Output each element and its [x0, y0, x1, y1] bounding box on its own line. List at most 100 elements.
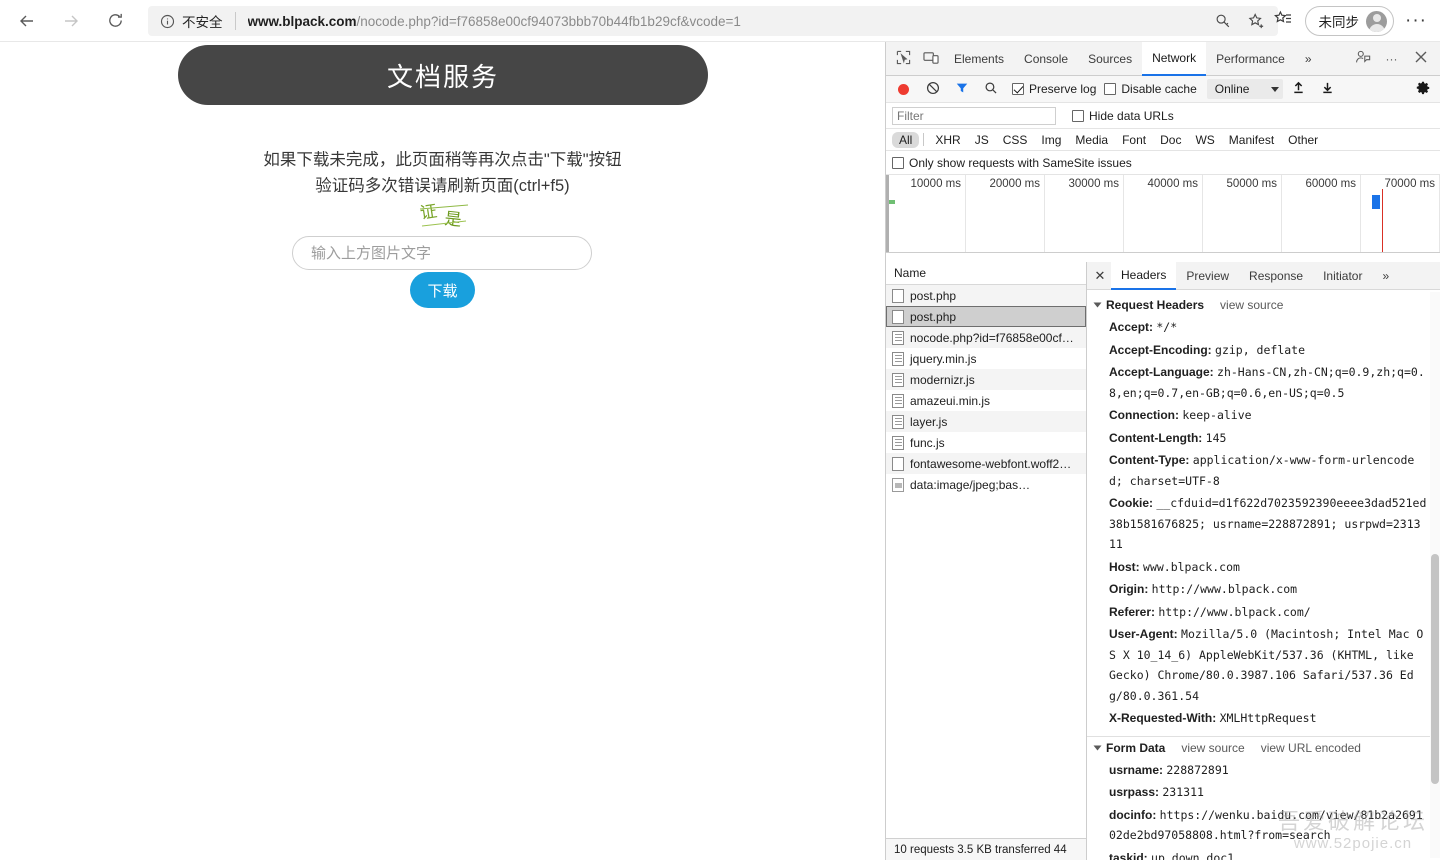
browser-toolbar: 不安全 www.blpack.com/nocode.php?id=f76858e… [0, 0, 1440, 42]
tab-network[interactable]: Network [1142, 42, 1207, 76]
header-name: Accept: [1109, 320, 1154, 334]
request-headers-section-header[interactable]: Request Headers view source [1087, 294, 1440, 316]
inspect-element-button[interactable] [890, 45, 917, 72]
browser-more-button[interactable]: ··· [1400, 5, 1432, 37]
more-tabs-button[interactable]: » [1295, 42, 1322, 76]
export-har-button[interactable] [1314, 76, 1341, 103]
details-close-button[interactable]: ✕ [1089, 262, 1111, 290]
type-filter-doc[interactable]: Doc [1153, 132, 1188, 148]
tab-preview[interactable]: Preview [1176, 262, 1239, 290]
network-throttling-select[interactable]: Online [1206, 79, 1284, 99]
tab-headers[interactable]: Headers [1111, 262, 1177, 290]
tab-elements[interactable]: Elements [944, 42, 1014, 76]
devtools-more-button[interactable]: ··· [1378, 45, 1405, 72]
download-button[interactable]: 下载 [410, 272, 475, 308]
disable-cache-checkbox[interactable]: Disable cache [1104, 82, 1197, 96]
table-row[interactable]: data:image/jpeg;bas… [886, 474, 1086, 495]
view-source-link[interactable]: view source [1220, 298, 1283, 312]
type-filter-all[interactable]: All [892, 131, 920, 148]
details-more-tabs-button[interactable]: » [1372, 262, 1399, 290]
captcha-image[interactable]: 证 是 [418, 200, 470, 232]
table-row[interactable]: modernizr.js [886, 369, 1086, 390]
header-value: */* [1156, 320, 1178, 334]
network-status-bar: 10 requests 3.5 KB transferred 44 [886, 838, 1086, 860]
captcha-input[interactable] [292, 236, 592, 270]
overview-gridline [1123, 175, 1124, 252]
document-icon [892, 393, 904, 408]
header-value: keep-alive [1182, 408, 1252, 422]
devtools-settings-button[interactable] [1409, 76, 1436, 103]
feedback-button[interactable] [1349, 45, 1376, 72]
header-item: Content-Type: application/x-www-form-url… [1087, 449, 1440, 492]
tab-performance[interactable]: Performance [1206, 42, 1295, 76]
funnel-icon [955, 81, 969, 98]
hide-data-urls-checkbox[interactable]: Hide data URLs [1072, 109, 1174, 123]
network-overview-timeline[interactable]: 10000 ms 20000 ms 30000 ms 40000 ms 5000… [886, 175, 1440, 253]
type-filter-font[interactable]: Font [1115, 132, 1153, 148]
type-filter-other[interactable]: Other [1281, 132, 1325, 148]
device-toolbar-button[interactable] [917, 45, 944, 72]
request-list-header[interactable]: Name [886, 262, 1086, 285]
profile-button[interactable]: 未同步 [1304, 6, 1394, 36]
request-name: data:image/jpeg;bas… [910, 477, 1031, 492]
table-row[interactable]: post.php [886, 285, 1086, 306]
preserve-log-checkbox[interactable]: Preserve log [1012, 82, 1096, 96]
reload-button[interactable] [98, 4, 132, 38]
type-filter-img[interactable]: Img [1034, 132, 1068, 148]
favorites-list-button[interactable] [1267, 5, 1299, 37]
scrollbar-thumb[interactable] [1431, 554, 1439, 784]
view-url-encoded-link[interactable]: view URL encoded [1261, 741, 1361, 755]
table-row[interactable]: post.php [886, 306, 1086, 327]
view-source-link[interactable]: view source [1181, 741, 1244, 755]
overview-tick-label: 50000 ms [1226, 178, 1277, 190]
table-row[interactable]: func.js [886, 432, 1086, 453]
sync-status-label: 未同步 [1318, 15, 1360, 30]
clear-button[interactable] [919, 76, 946, 103]
document-icon [892, 372, 904, 387]
table-row[interactable]: nocode.php?id=f76858e00cf… [886, 327, 1086, 348]
address-bar[interactable]: 不安全 www.blpack.com/nocode.php?id=f76858e… [148, 6, 1278, 36]
search-button[interactable] [977, 76, 1004, 103]
type-filter-media[interactable]: Media [1068, 132, 1115, 148]
table-row[interactable]: amazeui.min.js [886, 390, 1086, 411]
header-value: __cfduid=d1f622d7023592390eeee3dad521ed3… [1109, 496, 1427, 551]
hint-text-line-1: 如果下载未完成，此页面稍等再次点击"下载"按钮 [263, 151, 622, 169]
record-button[interactable] [890, 76, 917, 103]
devtools-close-button[interactable] [1407, 45, 1434, 72]
type-filter-css[interactable]: CSS [996, 132, 1035, 148]
tab-console[interactable]: Console [1014, 42, 1078, 76]
type-filter-ws[interactable]: WS [1188, 132, 1221, 148]
key-icon[interactable] [1214, 12, 1233, 31]
type-filter-manifest[interactable]: Manifest [1222, 132, 1281, 148]
svg-text:是: 是 [443, 209, 462, 231]
samesite-checkbox[interactable]: Only show requests with SameSite issues [892, 156, 1132, 170]
chevron-down-icon [1271, 86, 1280, 92]
header-value: XMLHttpRequest [1219, 711, 1317, 725]
filter-input[interactable] [892, 106, 1056, 125]
back-button[interactable] [10, 4, 44, 38]
tab-initiator[interactable]: Initiator [1313, 262, 1372, 290]
table-row[interactable]: jquery.min.js [886, 348, 1086, 369]
table-row[interactable]: layer.js [886, 411, 1086, 432]
section-title: Form Data [1106, 740, 1166, 755]
overview-gridline [1360, 175, 1361, 252]
header-name: Connection: [1109, 408, 1179, 422]
blank-document-icon [892, 456, 904, 471]
type-filter-js[interactable]: JS [968, 132, 996, 148]
request-name: post.php [910, 309, 957, 324]
details-scrollbar[interactable] [1430, 292, 1440, 858]
headers-content: Request Headers view source Accept: */* … [1087, 290, 1440, 860]
form-data-section-header[interactable]: Form Data view source view URL encoded [1087, 737, 1440, 759]
import-har-button[interactable] [1285, 76, 1312, 103]
header-item: User-Agent: Mozilla/5.0 (Macintosh; Inte… [1087, 623, 1440, 707]
close-icon: ✕ [1094, 267, 1106, 283]
filter-toggle-button[interactable] [948, 76, 975, 103]
forward-button[interactable] [54, 4, 88, 38]
tab-response[interactable]: Response [1239, 262, 1313, 290]
disable-cache-label: Disable cache [1121, 82, 1197, 96]
table-row[interactable]: fontawesome-webfont.woff2… [886, 453, 1086, 474]
site-information[interactable]: 不安全 [148, 11, 223, 31]
tab-sources[interactable]: Sources [1078, 42, 1142, 76]
add-favorite-star-icon[interactable] [1247, 12, 1266, 31]
type-filter-xhr[interactable]: XHR [928, 132, 967, 148]
